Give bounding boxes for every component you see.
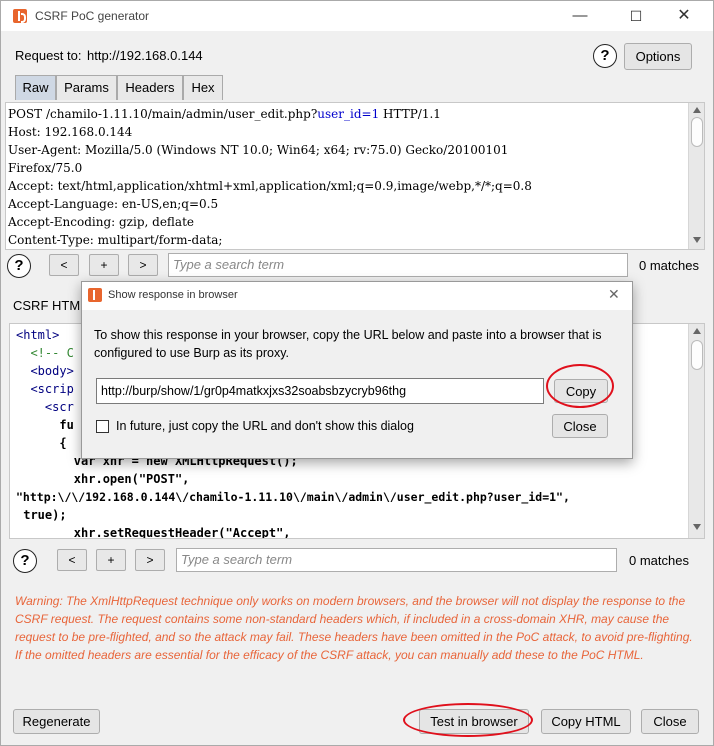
dialog-title: Show response in browser	[108, 289, 238, 301]
search-add-button[interactable]: +	[96, 549, 126, 571]
red-annotation-circle	[546, 364, 614, 408]
scroll-up-icon[interactable]	[693, 107, 701, 113]
search-prev-button[interactable]: <	[57, 549, 87, 571]
request-url: http://192.168.0.144	[87, 48, 203, 63]
red-annotation-circle	[403, 703, 533, 737]
request-line: Accept: text/html,application/xhtml+xml,…	[8, 179, 532, 193]
request-scrollbar[interactable]	[688, 103, 704, 249]
window-close-button[interactable]: ✕	[661, 1, 707, 31]
search-next-button[interactable]: >	[135, 549, 165, 571]
request-line: Accept-Language: en-US,en;q=0.5	[8, 197, 219, 211]
title-bar: CSRF PoC generator — ☐ ✕	[1, 1, 713, 31]
dialog-close-icon[interactable]: ✕	[608, 286, 620, 303]
code-line: <scr	[16, 400, 74, 414]
code-line: <!-- C	[16, 346, 74, 360]
copy-html-button[interactable]: Copy HTML	[541, 709, 631, 734]
code-line: <html>	[16, 328, 60, 342]
burp-app-icon	[13, 9, 27, 23]
warning-text: Warning: The XmlHttpRequest technique on…	[15, 594, 693, 662]
dialog-close-button[interactable]: Close	[552, 414, 608, 438]
burp-app-icon	[88, 288, 102, 302]
show-response-dialog: Show response in browser ✕ To show this …	[81, 281, 633, 459]
dialog-url-field[interactable]: http://burp/show/1/gr0p4matkxjxs32soabsb…	[96, 378, 544, 404]
search-matches: 0 matches	[639, 258, 699, 273]
dont-show-checkbox[interactable]	[96, 420, 109, 433]
request-line: User-Agent: Mozilla/5.0 (Windows NT 10.0…	[8, 143, 509, 157]
help-icon[interactable]: ?	[593, 44, 617, 68]
request-to-label: Request to:	[15, 48, 82, 63]
code-line: {	[16, 436, 67, 450]
regenerate-button[interactable]: Regenerate	[13, 709, 100, 734]
csrf-scrollbar[interactable]	[688, 324, 704, 538]
dialog-title-bar: Show response in browser ✕	[82, 282, 632, 310]
csrf-html-label: CSRF HTML:	[13, 298, 91, 313]
search-prev-button[interactable]: <	[49, 254, 79, 276]
minimize-button[interactable]: —	[557, 1, 603, 31]
options-button[interactable]: Options	[624, 43, 692, 70]
tab-headers[interactable]: Headers	[117, 75, 183, 100]
scroll-down-icon[interactable]	[693, 237, 701, 243]
code-line: xhr.open("POST",	[16, 472, 190, 486]
request-line: Content-Type: multipart/form-data;	[8, 233, 223, 247]
close-button[interactable]: Close	[641, 709, 699, 734]
search-next-button[interactable]: >	[128, 254, 158, 276]
scroll-up-icon[interactable]	[693, 328, 701, 334]
scroll-down-icon[interactable]	[693, 524, 701, 530]
tab-hex[interactable]: Hex	[183, 75, 223, 100]
dont-show-label: In future, just copy the URL and don't s…	[116, 419, 414, 433]
request-line: Accept-Encoding: gzip, deflate	[8, 215, 195, 229]
tab-params[interactable]: Params	[56, 75, 117, 100]
csrf-poc-window: CSRF PoC generator — ☐ ✕ Request to: htt…	[0, 0, 714, 746]
search-add-button[interactable]: +	[89, 254, 119, 276]
window-title: CSRF PoC generator	[35, 9, 150, 23]
scroll-thumb[interactable]	[691, 117, 703, 147]
request-line: Host: 192.168.0.144	[8, 125, 133, 139]
code-line: xhr.setRequestHeader("Accept",	[16, 526, 291, 539]
request-line: POST /chamilo-1.11.10/main/admin/user_ed…	[8, 107, 441, 121]
search-help-icon[interactable]: ?	[13, 549, 37, 573]
search-input[interactable]: Type a search term	[176, 548, 617, 572]
search-help-icon[interactable]: ?	[7, 254, 31, 278]
code-line: fu	[16, 418, 74, 432]
code-line: <body>	[16, 364, 74, 378]
request-editor[interactable]: POST /chamilo-1.11.10/main/admin/user_ed…	[5, 102, 705, 250]
code-line: <scrip	[16, 382, 74, 396]
dialog-message: To show this response in your browser, c…	[94, 328, 602, 360]
code-line: true);	[16, 508, 67, 522]
tab-raw[interactable]: Raw	[15, 75, 56, 100]
request-line: Firefox/75.0	[8, 161, 83, 175]
maximize-button[interactable]: ☐	[613, 1, 659, 31]
scroll-thumb[interactable]	[691, 340, 703, 370]
search-matches: 0 matches	[629, 553, 689, 568]
search-input[interactable]: Type a search term	[168, 253, 628, 277]
code-line: "http:\/\/192.168.0.144\/chamilo-1.11.10…	[16, 490, 570, 504]
